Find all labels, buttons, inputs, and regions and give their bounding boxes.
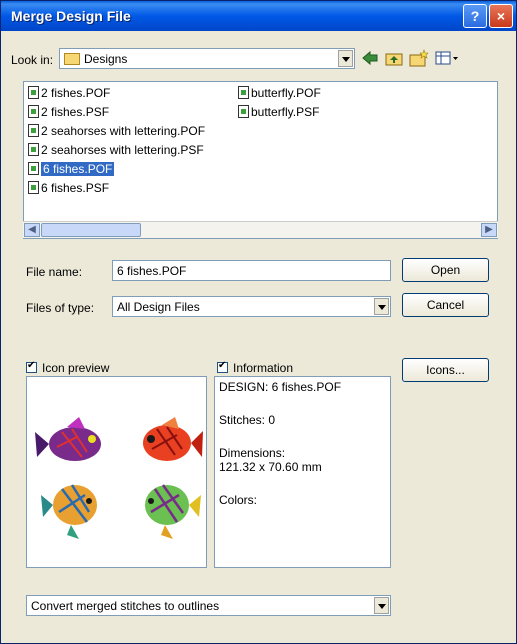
scroll-thumb[interactable] xyxy=(41,223,141,237)
chevron-down-icon[interactable] xyxy=(374,597,389,614)
file-name-label: File name: xyxy=(26,265,83,279)
list-item[interactable]: 2 fishes.POF xyxy=(28,84,110,102)
close-button[interactable]: × xyxy=(489,4,513,28)
scroll-left-icon[interactable]: ◀ xyxy=(24,223,40,237)
chevron-down-icon[interactable] xyxy=(338,50,353,67)
files-of-type-dropdown[interactable]: All Design Files xyxy=(112,296,391,317)
list-item[interactable]: 6 fishes.PSF xyxy=(28,179,109,197)
list-item[interactable]: 2 seahorses with lettering.PSF xyxy=(28,141,204,159)
list-item[interactable]: butterfly.PSF xyxy=(238,103,319,121)
title-bar[interactable]: Merge Design File ? × xyxy=(1,1,516,31)
file-name-input[interactable]: 6 fishes.POF xyxy=(112,260,391,281)
chevron-down-icon[interactable] xyxy=(374,298,389,315)
new-folder-icon[interactable] xyxy=(409,49,429,67)
dimensions-label: Dimensions: xyxy=(219,446,286,460)
dialog-title: Merge Design File xyxy=(11,8,131,24)
checkbox-checked-icon[interactable] xyxy=(217,360,228,373)
file-icon xyxy=(28,105,39,118)
horizontal-scrollbar[interactable]: ◀ ▶ xyxy=(23,221,498,238)
stitches-text: Stitches: 0 xyxy=(219,413,276,427)
file-icon xyxy=(28,124,39,137)
information-label: Information xyxy=(233,361,294,375)
file-icon xyxy=(28,162,39,175)
open-button[interactable]: Open xyxy=(402,258,489,282)
merge-design-dialog: Merge Design File ? × Look in: Designs 2… xyxy=(0,0,517,644)
back-arrow-icon[interactable] xyxy=(361,50,379,66)
fish-icon xyxy=(145,484,201,539)
icons-button[interactable]: Icons... xyxy=(402,358,489,382)
fish-icon xyxy=(35,417,101,461)
icon-preview-pane xyxy=(26,376,207,568)
information-pane: DESIGN: 6 fishes.POF Stitches: 0 Dimensi… xyxy=(214,376,391,568)
information-checkbox[interactable]: Information xyxy=(217,360,294,375)
file-icon xyxy=(238,86,249,99)
look-in-value: Designs xyxy=(84,52,128,66)
files-of-type-value: All Design Files xyxy=(117,300,200,314)
list-item-selected[interactable]: 6 fishes.POF xyxy=(28,160,115,178)
folder-icon xyxy=(64,53,80,65)
files-of-type-label: Files of type: xyxy=(26,301,95,315)
fish-icon xyxy=(41,484,97,539)
list-item[interactable]: 2 seahorses with lettering.POF xyxy=(28,122,205,140)
view-menu-icon[interactable] xyxy=(435,50,459,66)
file-icon xyxy=(28,86,39,99)
file-icon xyxy=(28,181,39,194)
file-name-value: 6 fishes.POF xyxy=(117,264,187,278)
convert-stitches-value: Convert merged stitches to outlines xyxy=(31,599,220,613)
checkbox-checked-icon[interactable] xyxy=(26,360,37,373)
list-item[interactable]: butterfly.POF xyxy=(238,84,321,102)
icon-preview-label: Icon preview xyxy=(42,361,110,375)
convert-stitches-dropdown[interactable]: Convert merged stitches to outlines xyxy=(26,595,391,616)
dimensions-value: 121.32 x 70.60 mm xyxy=(219,460,322,474)
file-icon xyxy=(238,105,249,118)
up-folder-icon[interactable] xyxy=(385,50,403,66)
design-name-text: DESIGN: 6 fishes.POF xyxy=(219,380,342,394)
look-in-dropdown[interactable]: Designs xyxy=(59,48,355,69)
fish-icon xyxy=(143,417,203,461)
list-item[interactable]: 2 fishes.PSF xyxy=(28,103,109,121)
colors-label: Colors: xyxy=(219,493,258,507)
scroll-right-icon[interactable]: ▶ xyxy=(481,223,497,237)
help-button[interactable]: ? xyxy=(463,4,487,28)
icon-preview-checkbox[interactable]: Icon preview xyxy=(26,360,110,375)
cancel-button[interactable]: Cancel xyxy=(402,293,489,317)
design-preview-image xyxy=(35,417,203,539)
file-icon xyxy=(28,143,39,156)
look-in-label: Look in: xyxy=(11,53,54,67)
